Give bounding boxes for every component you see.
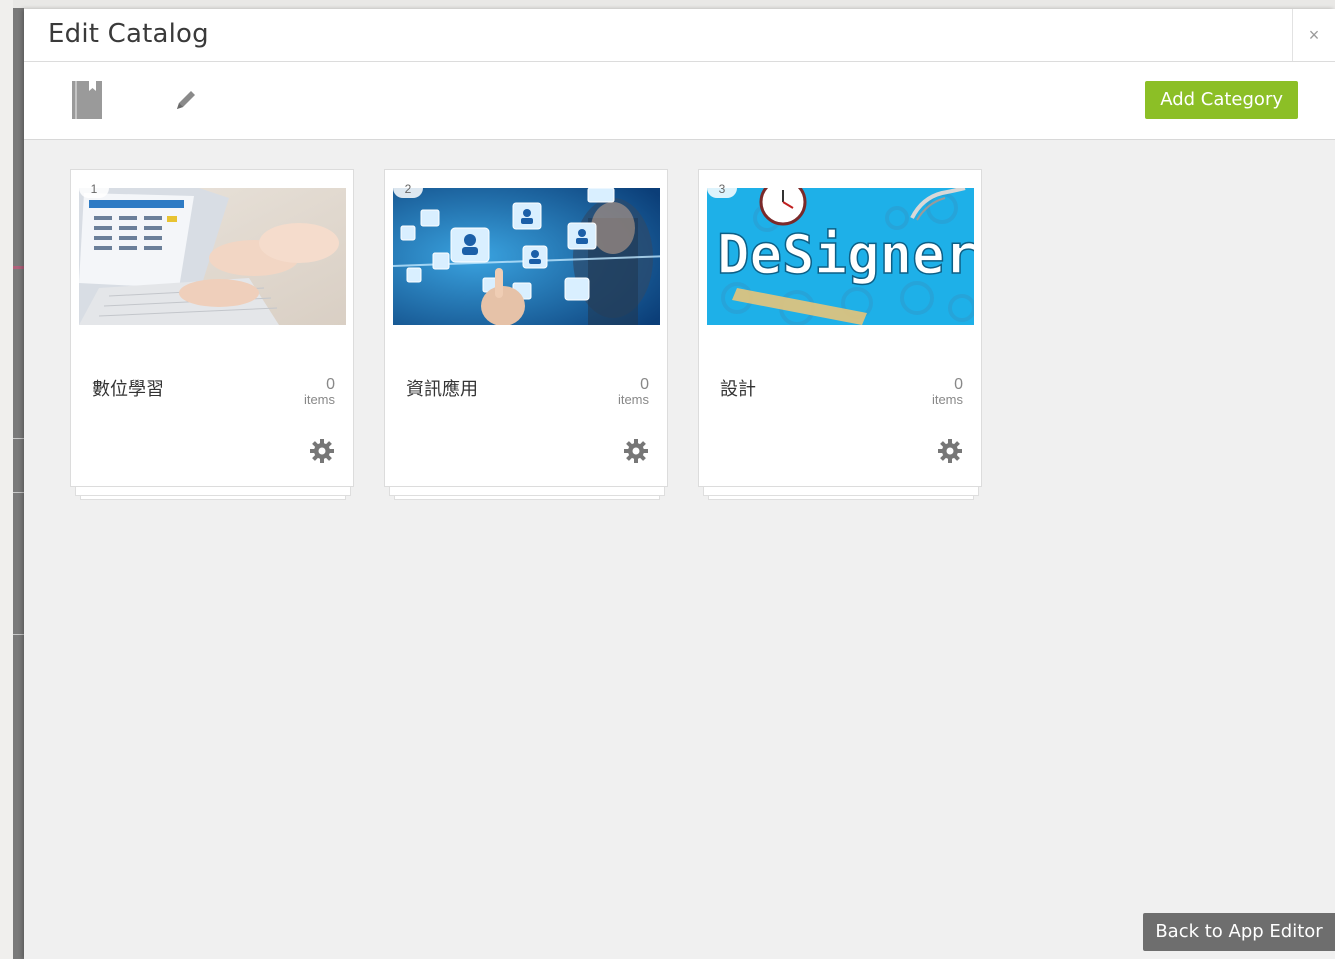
category-card-body[interactable]: 2 資訊應用 0 items	[384, 169, 668, 487]
pencil-icon[interactable]	[174, 88, 198, 117]
background-divider	[13, 438, 24, 439]
gear-icon[interactable]	[623, 438, 649, 469]
background-page	[0, 0, 13, 959]
modal-title: Edit Catalog	[48, 19, 209, 49]
item-count-label: items	[931, 392, 963, 407]
category-index: 2	[393, 180, 423, 198]
category-card-body[interactable]: 3 DeSigner 設計 0 items	[698, 169, 982, 487]
background-divider	[13, 492, 24, 493]
category-card[interactable]: 3 DeSigner 設計 0 items	[698, 169, 982, 501]
item-count-value: 0	[326, 376, 335, 393]
category-index: 1	[79, 180, 109, 198]
modal-header: Edit Catalog ×	[24, 9, 1335, 62]
item-count-value: 0	[640, 376, 649, 393]
background-divider	[13, 634, 24, 635]
back-to-app-editor-button[interactable]: Back to App Editor	[1143, 913, 1335, 951]
catalog-toolbar: Add Category	[24, 62, 1335, 140]
item-count: 0 items	[618, 376, 649, 407]
designer-banner-text: DeSigner	[717, 223, 974, 286]
category-name: 數位學習	[92, 379, 164, 400]
category-index: 3	[707, 180, 737, 198]
category-name: 資訊應用	[406, 379, 478, 400]
category-card[interactable]: 1 數位學習 0 items	[70, 169, 354, 501]
category-card-body[interactable]: 1 數位學習 0 items	[70, 169, 354, 487]
add-category-button[interactable]: Add Category	[1145, 81, 1298, 119]
background-divider	[13, 266, 24, 269]
item-count-label: items	[617, 392, 649, 407]
edit-catalog-modal: Edit Catalog × Add Category 1 數位學習 0 ite…	[24, 9, 1335, 959]
category-image: DeSigner	[707, 188, 974, 325]
background-edge	[13, 8, 24, 959]
category-card[interactable]: 2 資訊應用 0 items	[384, 169, 668, 501]
item-count-label: items	[303, 392, 335, 407]
category-name: 設計	[720, 379, 756, 400]
close-button[interactable]: ×	[1292, 9, 1335, 61]
item-count: 0 items	[304, 376, 335, 407]
category-image	[79, 188, 346, 325]
category-image	[393, 188, 660, 325]
item-count: 0 items	[932, 376, 963, 407]
item-count-value: 0	[954, 376, 963, 393]
catalog-book-icon[interactable]	[72, 80, 102, 125]
gear-icon[interactable]	[309, 438, 335, 469]
gear-icon[interactable]	[937, 438, 963, 469]
